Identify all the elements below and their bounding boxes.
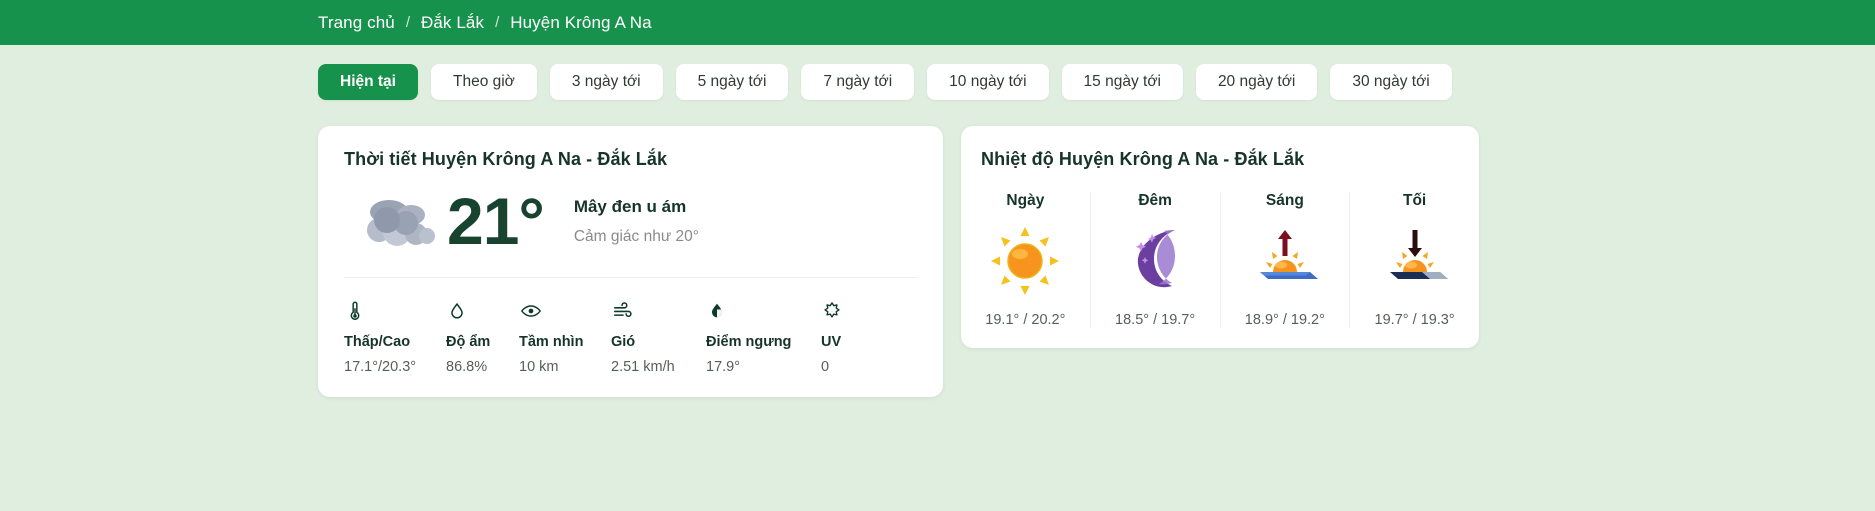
sun-icon: [988, 224, 1062, 298]
metric-label: Tầm nhìn: [519, 333, 584, 350]
uv-sun-icon: [821, 300, 861, 324]
metric-label: Điểm ngưng: [706, 333, 792, 350]
metric-label: Thấp/Cao: [344, 333, 411, 350]
breadcrumb-item-province[interactable]: Đắk Lắk: [421, 13, 484, 33]
temperature-card-title: Nhiệt độ Huyện Krông A Na - Đắk Lắk: [981, 149, 1305, 169]
breadcrumb-item-district[interactable]: Huyện Krông A Na: [510, 13, 651, 33]
metric-label: UV: [821, 333, 842, 350]
metric-value: 17.1°/20.3°: [344, 358, 417, 375]
column-header: Ngày: [1006, 192, 1045, 209]
tab-20-ngay-toi[interactable]: 20 ngày tới: [1195, 64, 1318, 100]
dew-point-icon: [706, 300, 821, 324]
thermometer-icon: [344, 300, 446, 324]
metric-value: 17.9°: [706, 358, 741, 375]
metric-value: 0: [821, 358, 830, 375]
humidity-drop-icon: [446, 300, 519, 324]
metric-value: 2.51 km/h: [611, 358, 675, 375]
current-metrics-row: Thấp/Cao 17.1°/20.3° Độ ẩm 86.8% Tầm nhì…: [344, 278, 917, 375]
breadcrumb-separator: /: [405, 14, 410, 31]
temperature-column-evening: Tối 19.7° / 19.3°: [1349, 192, 1479, 328]
column-value: 18.9° / 19.2°: [1244, 312, 1325, 328]
temperature-column-morning: Sáng 18.9° / 19.2°: [1219, 192, 1350, 328]
current-weather-summary: 21° Mây đen u ám Cảm giác như 20°: [344, 170, 917, 278]
breadcrumb-item-home[interactable]: Trang chủ: [318, 13, 395, 33]
sunrise-icon: [1248, 224, 1322, 298]
metric-uv: UV 0: [821, 300, 861, 375]
metric-humidity: Độ ẩm 86.8%: [446, 300, 519, 375]
column-header: Tối: [1403, 192, 1427, 209]
metric-value: 86.8%: [446, 358, 488, 375]
feels-like-text: Cảm giác như 20°: [573, 227, 699, 245]
temperature-column-night: Đêm 18.5° / 19.7°: [1089, 192, 1220, 328]
tab-3-ngay-toi[interactable]: 3 ngày tới: [549, 64, 663, 100]
column-value: 19.1° / 20.2°: [985, 312, 1066, 328]
column-header: Đêm: [1138, 192, 1172, 209]
eye-icon: [519, 300, 611, 324]
current-temperature: 21°: [447, 184, 545, 258]
column-value: 18.5° / 19.7°: [1115, 312, 1196, 328]
temperature-columns: Ngày 19.1° / 20.2° Đêm 18.5° / 19.7° Sán…: [961, 192, 1479, 328]
column-header: Sáng: [1265, 192, 1304, 209]
metric-dew-point: Điểm ngưng 17.9°: [706, 300, 821, 375]
tab-theo-gio[interactable]: Theo giờ: [430, 64, 537, 100]
breadcrumb-bar: Trang chủ / Đắk Lắk / Huyện Krông A Na: [0, 0, 1875, 45]
metric-wind: Gió 2.51 km/h: [611, 300, 706, 375]
current-weather-title: Thời tiết Huyện Krông A Na - Đắk Lắk: [344, 149, 668, 169]
weather-cards-row: Thời tiết Huyện Krông A Na - Đắk Lắk 21°…: [0, 100, 1875, 397]
column-value: 19.7° / 19.3°: [1374, 312, 1455, 328]
tab-15-ngay-toi[interactable]: 15 ngày tới: [1061, 64, 1183, 100]
metric-label: Gió: [611, 333, 636, 350]
wind-icon: [611, 300, 706, 324]
metric-label: Độ ẩm: [446, 333, 491, 350]
tab-hien-tai[interactable]: Hiện tại: [318, 64, 418, 100]
temperature-column-day: Ngày 19.1° / 20.2°: [961, 192, 1090, 328]
sunset-icon: [1378, 224, 1452, 298]
metric-value: 10 km: [519, 358, 559, 375]
tab-30-ngay-toi[interactable]: 30 ngày tới: [1330, 64, 1452, 100]
current-condition-block: Mây đen u ám Cảm giác như 20°: [574, 197, 699, 246]
metric-low-high: Thấp/Cao 17.1°/20.3°: [344, 300, 446, 375]
forecast-range-tabs: Hiện tại Theo giờ 3 ngày tới 5 ngày tới …: [0, 45, 1875, 100]
dark-clouds-icon: [359, 190, 443, 252]
breadcrumb-separator: /: [495, 14, 500, 31]
tab-10-ngay-toi[interactable]: 10 ngày tới: [927, 64, 1049, 100]
tab-5-ngay-toi[interactable]: 5 ngày tới: [675, 64, 789, 100]
tab-7-ngay-toi[interactable]: 7 ngày tới: [801, 64, 915, 100]
current-condition-text: Mây đen u ám: [573, 196, 687, 216]
metric-visibility: Tầm nhìn 10 km: [519, 300, 611, 375]
current-weather-card: Thời tiết Huyện Krông A Na - Đắk Lắk 21°…: [318, 126, 943, 397]
crescent-moon-stars-icon: [1118, 224, 1192, 298]
temperature-card: Nhiệt độ Huyện Krông A Na - Đắk Lắk Ngày: [961, 126, 1479, 348]
